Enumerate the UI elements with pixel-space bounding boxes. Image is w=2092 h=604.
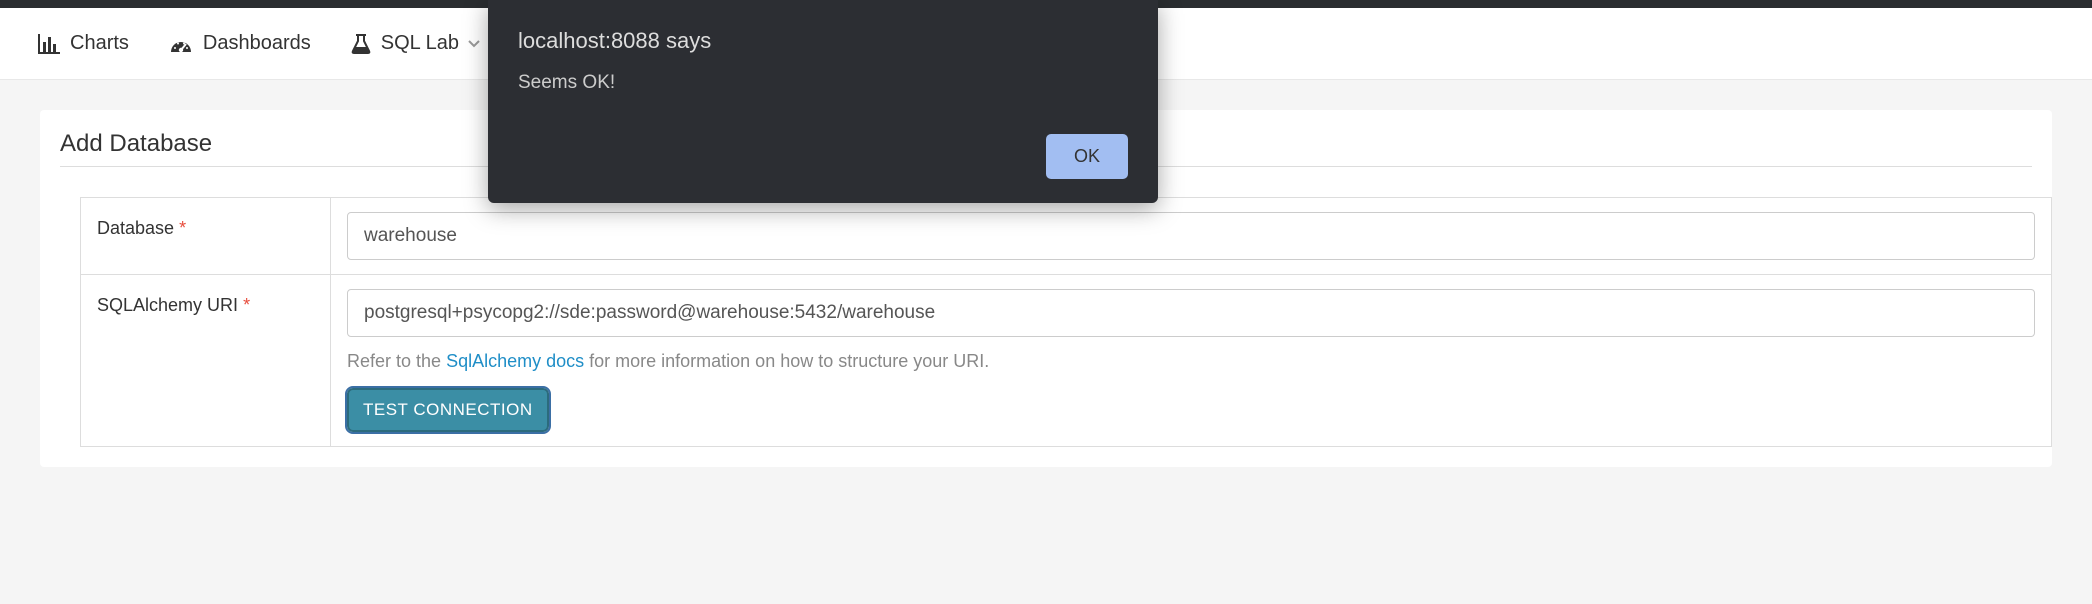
help-suffix: for more information on how to structure… <box>584 351 989 371</box>
form-row-database: Database * <box>81 198 2052 275</box>
bar-chart-icon <box>38 34 60 54</box>
uri-label: SQLAlchemy URI <box>97 295 238 315</box>
database-input-cell <box>331 198 2052 275</box>
sqlalchemy-docs-link[interactable]: SqlAlchemy docs <box>446 351 584 371</box>
nav-sql-lab[interactable]: SQL Lab <box>351 32 481 55</box>
uri-help-text: Refer to the SqlAlchemy docs for more in… <box>347 351 2035 372</box>
alert-message: Seems OK! <box>518 72 1128 94</box>
alert-title: localhost:8088 says <box>518 28 1128 54</box>
nav-charts-label: Charts <box>70 32 129 55</box>
database-label-cell: Database * <box>81 198 331 275</box>
alert-actions: OK <box>518 134 1128 179</box>
form-row-uri: SQLAlchemy URI * Refer to the SqlAlchemy… <box>81 275 2052 447</box>
nav-sql-lab-label: SQL Lab <box>381 32 459 55</box>
browser-alert-dialog: localhost:8088 says Seems OK! OK <box>488 0 1158 203</box>
database-label: Database <box>97 218 174 238</box>
dashboard-gauge-icon <box>169 34 193 54</box>
nav-dashboards-label: Dashboards <box>203 32 311 55</box>
uri-label-cell: SQLAlchemy URI * <box>81 275 331 447</box>
flask-icon <box>351 33 371 55</box>
required-asterisk: * <box>243 295 250 315</box>
uri-input-cell: Refer to the SqlAlchemy docs for more in… <box>331 275 2052 447</box>
nav-charts[interactable]: Charts <box>38 32 129 55</box>
nav-dashboards[interactable]: Dashboards <box>169 32 311 55</box>
alert-ok-button[interactable]: OK <box>1046 134 1128 179</box>
required-asterisk: * <box>179 218 186 238</box>
help-prefix: Refer to the <box>347 351 446 371</box>
database-name-input[interactable] <box>347 212 2035 260</box>
database-form-table: Database * SQLAlchemy URI * Refer to the… <box>80 197 2052 447</box>
sqlalchemy-uri-input[interactable] <box>347 289 2035 337</box>
chevron-down-icon <box>467 39 481 49</box>
test-connection-button[interactable]: TEST CONNECTION <box>347 388 549 432</box>
